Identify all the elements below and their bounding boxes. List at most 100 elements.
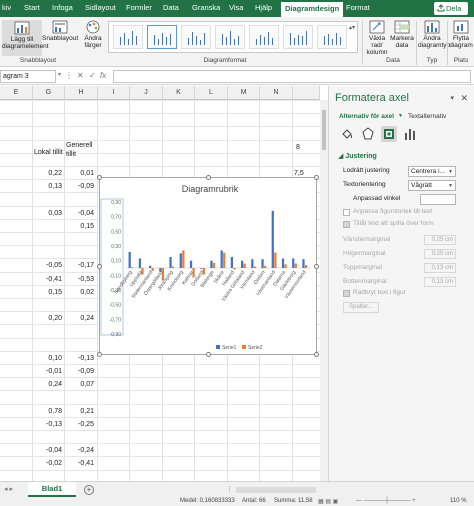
gallery-more-icon[interactable]: ▴▾ <box>349 24 355 31</box>
enter-icon[interactable]: ✓ <box>89 71 96 80</box>
bar-serie1[interactable] <box>128 251 131 268</box>
tab-home[interactable]: Start <box>24 3 40 12</box>
bar-serie2[interactable] <box>151 268 154 271</box>
cell-local-trust[interactable]: 0,03 <box>32 210 62 217</box>
column-header[interactable]: M <box>228 86 260 100</box>
sheet-tab[interactable]: Blad1 <box>28 482 76 497</box>
cell-local-trust[interactable]: -0,04 <box>32 447 62 454</box>
tab-formulas[interactable]: Formler <box>126 3 152 12</box>
bar-serie2[interactable] <box>284 264 287 268</box>
legend-swatch[interactable] <box>216 345 220 349</box>
tab-view[interactable]: Visa <box>229 3 243 12</box>
pane-options-icon[interactable]: ▾ <box>450 94 454 102</box>
bottom-margin-input[interactable]: 0,13 cm <box>424 277 456 287</box>
chart-canvas[interactable]: Diagramrubrik 0,90 0,70 0,50 0,30 0,10 -0,10 -… <box>100 178 316 354</box>
cell-general-trust[interactable]: -0,41 <box>64 460 94 467</box>
cell-local-trust[interactable]: 0,24 <box>32 381 62 388</box>
bar-serie1[interactable] <box>138 258 142 268</box>
resize-shape-checkbox[interactable] <box>343 209 350 216</box>
legend-label[interactable]: Serie1 <box>222 345 237 351</box>
bar-serie2[interactable] <box>243 263 246 268</box>
bar-serie2[interactable] <box>264 265 267 268</box>
bar-serie2[interactable] <box>253 266 257 268</box>
resize-handle[interactable] <box>206 352 211 357</box>
bar-serie1[interactable] <box>281 258 285 268</box>
resize-handle[interactable] <box>314 175 319 180</box>
tab-review[interactable]: Granska <box>192 3 220 12</box>
chart-object[interactable]: Diagramrubrik 0,90 0,70 0,50 0,30 0,10 -0,10 -… <box>97 175 319 357</box>
allow-overflow-checkbox[interactable] <box>343 221 350 228</box>
header-cell-local-trust[interactable]: Lokal tillit <box>34 149 63 156</box>
column-header[interactable]: L <box>195 86 228 100</box>
bar-serie2[interactable] <box>233 268 236 270</box>
bar-serie2[interactable] <box>274 252 277 268</box>
cell-general-trust[interactable]: -0,17 <box>64 262 94 269</box>
cell-general-trust[interactable]: -0,13 <box>64 355 94 362</box>
bar-serie1[interactable] <box>189 260 193 268</box>
cell-local-trust[interactable]: 0,22 <box>32 170 62 177</box>
wrap-text-checkbox[interactable] <box>343 290 350 297</box>
cell-local-trust[interactable]: 0,15 <box>32 289 62 296</box>
cell-general-trust[interactable]: 0,01 <box>64 170 94 177</box>
bar-serie1[interactable] <box>241 260 244 268</box>
resize-handle[interactable] <box>97 264 102 269</box>
column-header[interactable]: G <box>33 86 65 100</box>
cell-local-trust[interactable]: 0,20 <box>32 315 62 322</box>
chevron-down-icon[interactable]: ▼ <box>398 113 403 119</box>
column-header[interactable] <box>293 86 320 100</box>
fill-line-icon[interactable] <box>339 126 355 142</box>
column-header[interactable]: E <box>0 86 33 100</box>
bar-serie2[interactable] <box>172 266 175 268</box>
add-sheet-button[interactable]: + <box>84 485 94 495</box>
column-header[interactable]: H <box>65 86 98 100</box>
quick-layout-button[interactable]: Snabblayout <box>42 20 78 42</box>
chart-style-thumb[interactable] <box>283 25 313 49</box>
formula-input[interactable] <box>113 70 471 83</box>
cell-local-trust[interactable]: -0,02 <box>32 460 62 467</box>
formula-bar-options-icon[interactable]: ⋮ <box>65 71 73 80</box>
columns-button[interactable]: Spalter... <box>343 302 379 313</box>
close-icon[interactable]: ✕ <box>460 93 468 104</box>
tab-help[interactable]: Hjälp <box>255 3 272 12</box>
cell-local-trust[interactable]: -0,05 <box>32 262 62 269</box>
cell-local-trust[interactable]: -0,13 <box>32 421 62 428</box>
column-header[interactable]: K <box>163 86 195 100</box>
cell-general-trust[interactable]: 0,07 <box>64 381 94 388</box>
cell-general-trust[interactable]: -0,53 <box>64 276 94 283</box>
bar-serie1[interactable] <box>292 258 295 268</box>
tab-text-options[interactable]: Textalternativ <box>408 113 446 120</box>
bar-serie1[interactable] <box>271 210 274 268</box>
switch-row-column-button[interactable]: Växla rad/ kolumn <box>364 20 390 56</box>
bar-serie1[interactable] <box>230 257 234 268</box>
bar-serie1[interactable] <box>261 259 264 268</box>
chart-style-thumb[interactable] <box>317 25 347 49</box>
top-margin-input[interactable]: 0,13 cm <box>424 263 456 273</box>
bar-serie2[interactable] <box>182 250 185 268</box>
share-button[interactable]: Dela <box>434 2 468 15</box>
chart-style-thumb[interactable] <box>181 25 211 49</box>
bar-serie1[interactable] <box>220 250 223 268</box>
bar-serie1[interactable] <box>169 257 172 268</box>
horizontal-scrollbar[interactable] <box>236 487 316 493</box>
column-header[interactable]: I <box>98 86 130 100</box>
cell-general-trust[interactable]: 0,24 <box>64 315 94 322</box>
bar-serie1[interactable] <box>200 268 203 269</box>
chart-style-thumb[interactable] <box>215 25 245 49</box>
side-value-cell[interactable]: 7,5 <box>294 170 304 177</box>
cell-general-trust[interactable]: 0,15 <box>64 223 94 230</box>
resize-handle[interactable] <box>314 352 319 357</box>
bar-serie1[interactable] <box>149 265 152 268</box>
tab-axis-options[interactable]: Alternativ för axel <box>339 113 394 120</box>
change-chart-type-button[interactable]: Ändra diagramtyp <box>418 20 450 49</box>
bar-serie1[interactable] <box>251 259 254 268</box>
vertical-scrollbar[interactable] <box>320 100 328 481</box>
tab-page-layout[interactable]: Sidlayout <box>85 3 116 12</box>
bar-serie2[interactable] <box>131 267 134 268</box>
text-direction-select[interactable]: Vågrätt ▼ <box>408 180 456 191</box>
namebox-dropdown-icon[interactable]: ▾ <box>58 71 61 78</box>
scrollbar-thumb[interactable] <box>322 110 326 150</box>
effects-icon[interactable] <box>360 126 376 142</box>
cell-local-trust[interactable]: 0,78 <box>32 408 62 415</box>
select-data-button[interactable]: Markera data <box>390 20 414 49</box>
sheet-options-icon[interactable]: ⋮ <box>226 485 233 493</box>
